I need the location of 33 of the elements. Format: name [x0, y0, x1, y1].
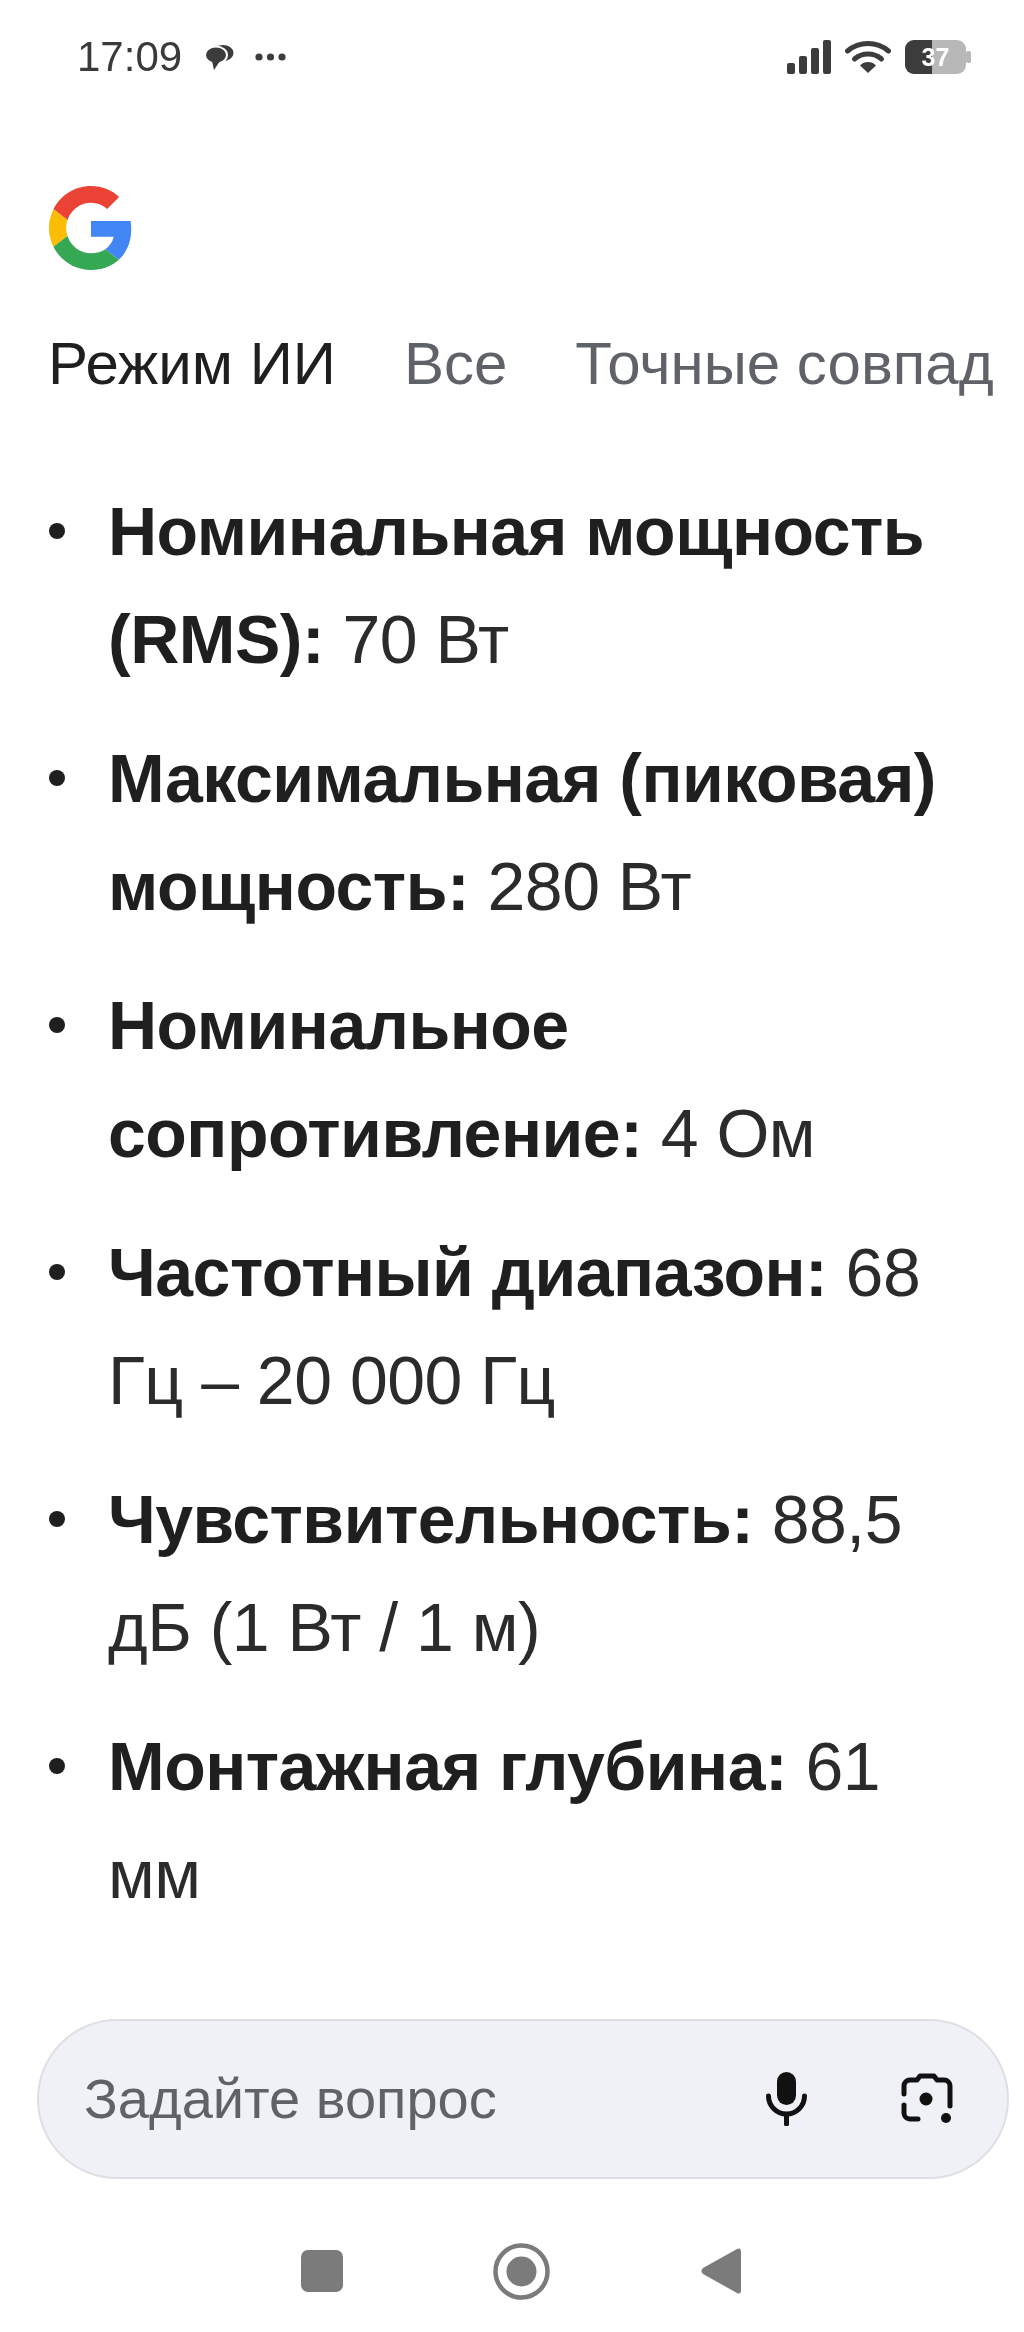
- voice-button[interactable]: [765, 2072, 808, 2126]
- microphone-icon: [765, 2072, 808, 2126]
- camera-scan-icon: [901, 2073, 953, 2125]
- signal-bars-icon: [787, 40, 832, 74]
- spec-text: Монтажная глубина: 61 мм: [108, 1727, 882, 1914]
- tab[interactable]: Точные совпад: [575, 324, 994, 404]
- spec-text: Частотный диапазон: 68 Гц – 20 000 Гц: [108, 1233, 922, 1420]
- bullet-icon: [49, 523, 65, 539]
- bullet-icon: [49, 1017, 65, 1033]
- bullet-icon: [49, 1758, 65, 1774]
- bullet-icon: [49, 1264, 65, 1280]
- circle-ring-icon: [492, 2242, 550, 2300]
- triangle-icon: [699, 2247, 741, 2295]
- clock-time: 17:09: [77, 36, 183, 78]
- bullet-icon: [49, 1511, 65, 1527]
- back-button[interactable]: [699, 2247, 741, 2295]
- message-bubble-icon: [204, 43, 235, 71]
- recents-button[interactable]: [300, 2250, 343, 2292]
- bullet-icon: [49, 770, 65, 786]
- search-input[interactable]: Задайте вопрос: [84, 2064, 765, 2134]
- more-dots-icon: [255, 53, 287, 61]
- logo-icon: [49, 186, 133, 270]
- spec-text: Максимальная (пиковая) мощность: 280 Вт: [108, 739, 937, 926]
- search-bar[interactable]: Задайте вопрос: [37, 2019, 1009, 2179]
- wifi-icon: [845, 40, 891, 74]
- spec-text: Номинальная мощность (RMS): 70 Вт: [108, 492, 926, 679]
- square-icon: [300, 2250, 343, 2292]
- home-button[interactable]: [492, 2242, 550, 2300]
- spec-text: Чувствительность: 88,5 дБ (1 Вт / 1 м): [108, 1480, 904, 1667]
- camera-search-button[interactable]: [901, 2073, 953, 2125]
- spec-text: Номинальное сопротивление: 4 Ом: [108, 986, 817, 1173]
- tab[interactable]: Режим ИИ: [48, 324, 336, 404]
- tab[interactable]: Все: [403, 324, 508, 404]
